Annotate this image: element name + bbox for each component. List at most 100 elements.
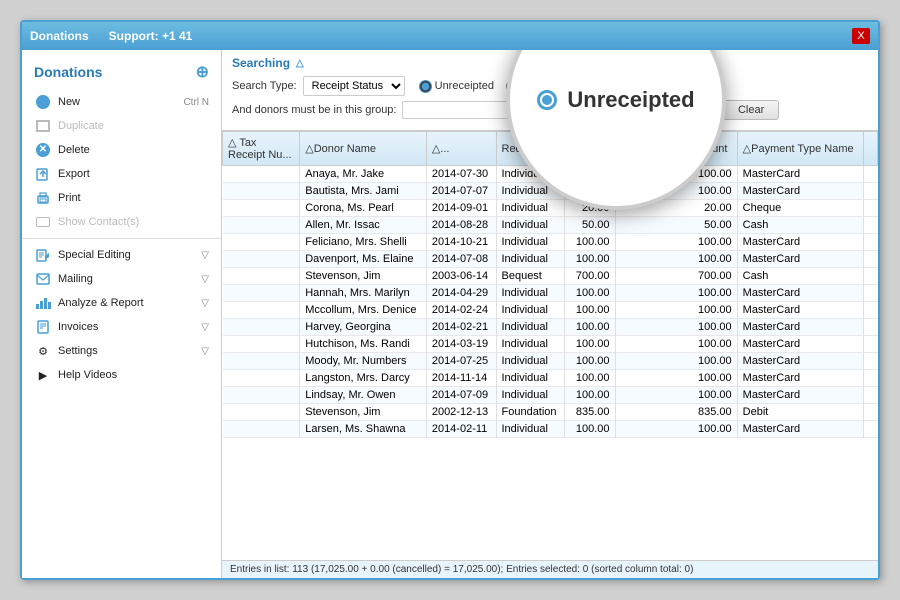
cell-name: Hutchison, Ms. Randi bbox=[300, 336, 427, 353]
cell-type: Individual bbox=[496, 319, 564, 336]
radio-unreceipted-input[interactable] bbox=[419, 80, 432, 93]
duplicate-icon bbox=[34, 119, 52, 133]
search-title: Searching △ bbox=[232, 56, 868, 70]
cell-total: 50.00 bbox=[564, 217, 615, 234]
col-receiptable[interactable]: △Receiptable Amount bbox=[615, 132, 737, 166]
table-row[interactable]: Feliciano, Mrs. Shelli 2014-10-21 Indivi… bbox=[223, 234, 878, 251]
main-window: Donations Support: +1 41 X Donations ⊕ N… bbox=[20, 20, 880, 580]
cell-tax bbox=[223, 370, 300, 387]
window-title: Donations bbox=[30, 29, 89, 43]
table-row[interactable]: Allen, Mr. Issac 2014-08-28 Individual 5… bbox=[223, 217, 878, 234]
col-tax-receipt[interactable]: △ TaxReceipt Nu... bbox=[223, 132, 300, 166]
sidebar-item-label: Settings bbox=[58, 345, 195, 357]
sidebar-item-help-videos[interactable]: ▶ Help Videos bbox=[22, 363, 221, 387]
cell-date: 2014-02-11 bbox=[426, 421, 496, 438]
cell-tax bbox=[223, 234, 300, 251]
mail-icon bbox=[34, 272, 52, 286]
sidebar-item-settings[interactable]: ⚙ Settings ▽ bbox=[22, 339, 221, 363]
col-total[interactable]: TotalAmount bbox=[564, 132, 615, 166]
col-donor-name[interactable]: △Donor Name bbox=[300, 132, 427, 166]
sidebar-item-mailing[interactable]: Mailing ▽ bbox=[22, 267, 221, 291]
table-row[interactable]: Anaya, Mr. Jake 2014-07-30 Individual 10… bbox=[223, 166, 878, 183]
col-date[interactable]: △... bbox=[426, 132, 496, 166]
cell-date: 2014-11-14 bbox=[426, 370, 496, 387]
cell-date: 2014-03-19 bbox=[426, 336, 496, 353]
radio-group: Unreceipted Not Receiptable + bbox=[419, 79, 632, 94]
table-row[interactable]: Mccollum, Mrs. Denice 2014-02-24 Individ… bbox=[223, 302, 878, 319]
table-row[interactable]: Lindsay, Mr. Owen 2014-07-09 Individual … bbox=[223, 387, 878, 404]
table-row[interactable]: Moody, Mr. Numbers 2014-07-25 Individual… bbox=[223, 353, 878, 370]
cell-payment: MasterCard bbox=[737, 234, 863, 251]
cell-type: Individual bbox=[496, 234, 564, 251]
cell-total: 100.00 bbox=[564, 166, 615, 183]
cell-tax bbox=[223, 404, 300, 421]
sidebar-item-label: Analyze & Report bbox=[58, 297, 195, 309]
sidebar-item-special-editing[interactable]: Special Editing ▽ bbox=[22, 243, 221, 267]
cell-total: 100.00 bbox=[564, 234, 615, 251]
cell-tax bbox=[223, 285, 300, 302]
cell-total: 100.00 bbox=[564, 421, 615, 438]
cell-payment: Cheque bbox=[737, 200, 863, 217]
cell-receiptable: 100.00 bbox=[615, 421, 737, 438]
cell-payment: MasterCard bbox=[737, 353, 863, 370]
radio-not-receiptable-input[interactable] bbox=[506, 80, 519, 93]
expand-arrow: ▽ bbox=[201, 322, 209, 333]
sidebar-item-invoices[interactable]: Invoices ▽ bbox=[22, 315, 221, 339]
sidebar-item-label: Invoices bbox=[58, 321, 195, 333]
col-type[interactable]: Rece... bbox=[496, 132, 564, 166]
cell-receiptable: 100.00 bbox=[615, 370, 737, 387]
table-row[interactable]: Hutchison, Ms. Randi 2014-03-19 Individu… bbox=[223, 336, 878, 353]
cell-payment: MasterCard bbox=[737, 302, 863, 319]
group-input[interactable] bbox=[402, 101, 602, 119]
radio-unreceipted[interactable]: Unreceipted bbox=[419, 80, 494, 93]
col-payment[interactable]: △Payment Type Name bbox=[737, 132, 863, 166]
cell-date: 2003-06-14 bbox=[426, 268, 496, 285]
cell-receiptable: 100.00 bbox=[615, 387, 737, 404]
search-type-select[interactable]: Receipt Status bbox=[303, 76, 405, 96]
sidebar-item-label: Delete bbox=[58, 144, 209, 156]
cell-receiptable: 100.00 bbox=[615, 353, 737, 370]
sidebar-item-label: Special Editing bbox=[58, 249, 195, 261]
search-button[interactable]: Search bbox=[652, 100, 717, 120]
sidebar-item-delete[interactable]: ✕ Delete bbox=[22, 138, 221, 162]
cell-payment: MasterCard bbox=[737, 370, 863, 387]
cell-receiptable: 835.00 bbox=[615, 404, 737, 421]
sidebar-item-print[interactable]: Print bbox=[22, 186, 221, 210]
table-row[interactable]: Stevenson, Jim 2003-06-14 Bequest 700.00… bbox=[223, 268, 878, 285]
table-row[interactable]: Corona, Ms. Pearl 2014-09-01 Individual … bbox=[223, 200, 878, 217]
table-row[interactable]: Davenport, Ms. Elaine 2014-07-08 Individ… bbox=[223, 251, 878, 268]
clear-button[interactable]: Clear bbox=[723, 100, 779, 120]
sidebar-item-show-contacts: Show Contact(s) bbox=[22, 210, 221, 234]
close-button[interactable]: X bbox=[852, 28, 870, 44]
table-row[interactable]: Larsen, Ms. Shawna 2014-02-11 Individual… bbox=[223, 421, 878, 438]
search-type-label: Search Type: bbox=[232, 80, 297, 92]
cell-type: Individual bbox=[496, 285, 564, 302]
sidebar-item-new[interactable]: New Ctrl N bbox=[22, 90, 221, 114]
cell-receiptable: 100.00 bbox=[615, 166, 737, 183]
print-icon bbox=[34, 191, 52, 205]
group-value-text: Group: bbox=[612, 104, 646, 116]
table-row[interactable]: Stevenson, Jim 2002-12-13 Foundation 835… bbox=[223, 404, 878, 421]
cell-name: Moody, Mr. Numbers bbox=[300, 353, 427, 370]
cell-date: 2014-08-28 bbox=[426, 217, 496, 234]
table-row[interactable]: Bautista, Mrs. Jami 2014-07-07 Individua… bbox=[223, 183, 878, 200]
cell-type: Individual bbox=[496, 200, 564, 217]
table-container[interactable]: △ TaxReceipt Nu... △Donor Name △... Rece… bbox=[222, 131, 878, 560]
group-row: And donors must be in this group: Group:… bbox=[232, 100, 868, 120]
cell-name: Allen, Mr. Issac bbox=[300, 217, 427, 234]
cell-payment: MasterCard bbox=[737, 387, 863, 404]
radio-not-receiptable[interactable]: Not Receiptable bbox=[506, 80, 600, 93]
gear-icon: ⚙ bbox=[34, 344, 52, 358]
sidebar-item-export[interactable]: Export bbox=[22, 162, 221, 186]
table-row[interactable]: Harvey, Georgina 2014-02-21 Individual 1… bbox=[223, 319, 878, 336]
table-row[interactable]: Hannah, Mrs. Marilyn 2014-04-29 Individu… bbox=[223, 285, 878, 302]
sidebar-title: Donations bbox=[34, 64, 102, 80]
cell-name: Stevenson, Jim bbox=[300, 268, 427, 285]
cell-tax bbox=[223, 217, 300, 234]
cell-date: 2014-07-30 bbox=[426, 166, 496, 183]
sidebar-item-analyze-report[interactable]: Analyze & Report ▽ bbox=[22, 291, 221, 315]
new-shortcut: Ctrl N bbox=[183, 97, 209, 108]
plus-button[interactable]: + bbox=[612, 79, 632, 94]
table-row[interactable]: Langston, Mrs. Darcy 2014-11-14 Individu… bbox=[223, 370, 878, 387]
cell-date: 2014-04-29 bbox=[426, 285, 496, 302]
